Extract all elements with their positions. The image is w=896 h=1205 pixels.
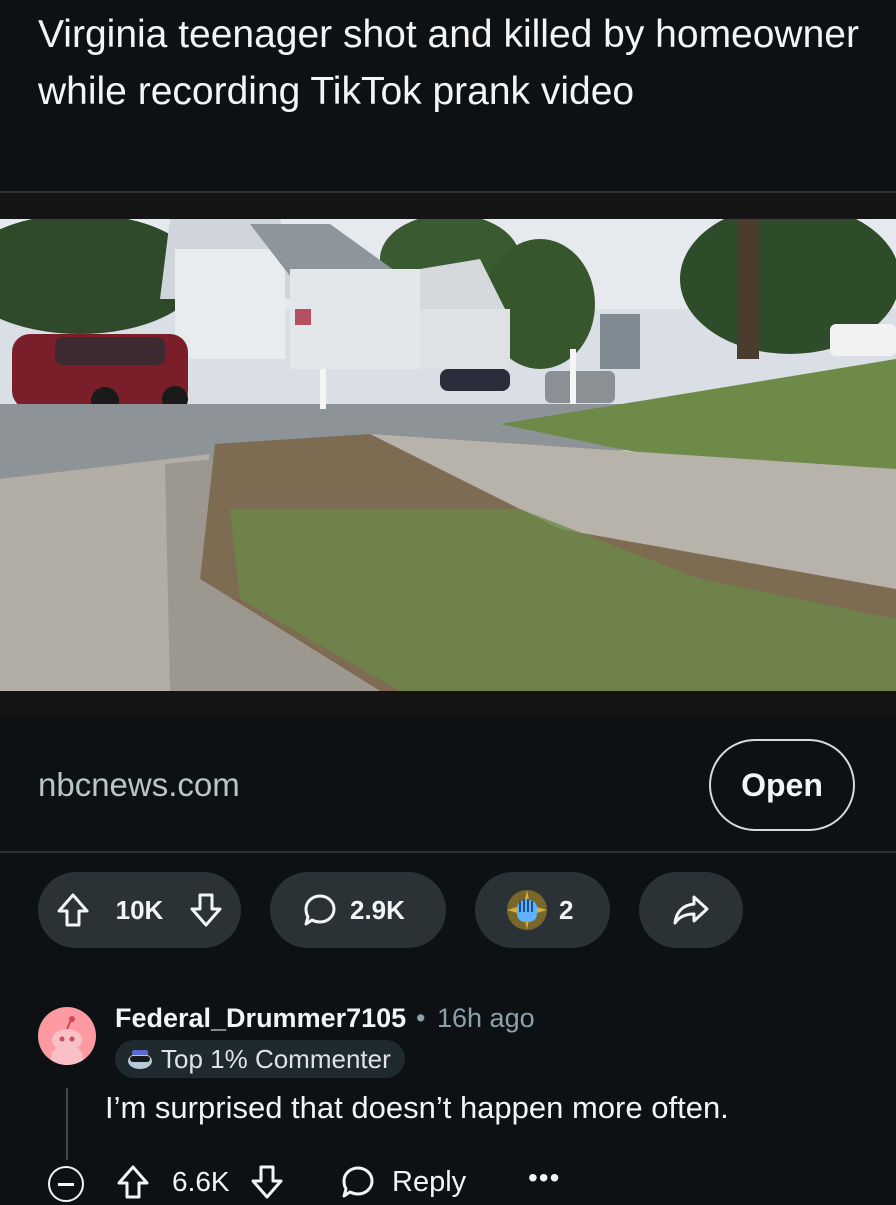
comment-count: 2.9K <box>350 894 405 925</box>
comment-score: 6.6K <box>172 1166 230 1197</box>
share-icon <box>672 894 710 926</box>
vote-control: 10K <box>38 872 241 948</box>
comment-timestamp: 16h ago <box>437 1003 535 1033</box>
upvote-icon[interactable] <box>116 1164 150 1200</box>
sunglasses-icon <box>127 1048 153 1070</box>
flair-text: Top 1% Commenter <box>161 1043 391 1074</box>
more-icon[interactable]: ••• <box>528 1162 560 1194</box>
vote-count: 10K <box>115 894 164 925</box>
downvote-icon[interactable] <box>189 892 223 928</box>
reply-icon[interactable] <box>340 1164 376 1200</box>
comment-body: I’m surprised that doesn’t happen more o… <box>105 1090 729 1125</box>
upvote-icon[interactable] <box>56 892 90 928</box>
award-count: 2 <box>559 894 574 925</box>
user-flair: Top 1% Commenter <box>115 1040 405 1078</box>
thread-line[interactable] <box>66 1088 68 1160</box>
comment-icon <box>302 892 338 928</box>
post-title[interactable]: Virginia teenager shot and killed by hom… <box>38 6 868 120</box>
link-domain[interactable]: nbcnews.com <box>38 766 240 804</box>
divider <box>0 851 896 853</box>
downvote-icon[interactable] <box>250 1164 284 1200</box>
reply-button[interactable]: Reply <box>392 1166 466 1199</box>
award-button[interactable]: 2 <box>475 872 610 948</box>
comment-actions: 6.6K Reply ••• <box>0 1158 896 1205</box>
meta-separator: • <box>416 1003 426 1033</box>
avatar[interactable] <box>38 1007 96 1065</box>
post-thumbnail[interactable] <box>0 193 896 717</box>
street-photo <box>0 219 896 691</box>
share-button[interactable] <box>639 872 743 948</box>
comments-button[interactable]: 2.9K <box>270 872 446 948</box>
link-preview-row: nbcnews.com Open <box>0 720 896 850</box>
award-icon <box>505 888 549 932</box>
comment-username[interactable]: Federal_Drummer7105 <box>115 1003 406 1034</box>
collapse-icon[interactable] <box>48 1166 84 1202</box>
open-link-button[interactable]: Open <box>709 739 855 831</box>
